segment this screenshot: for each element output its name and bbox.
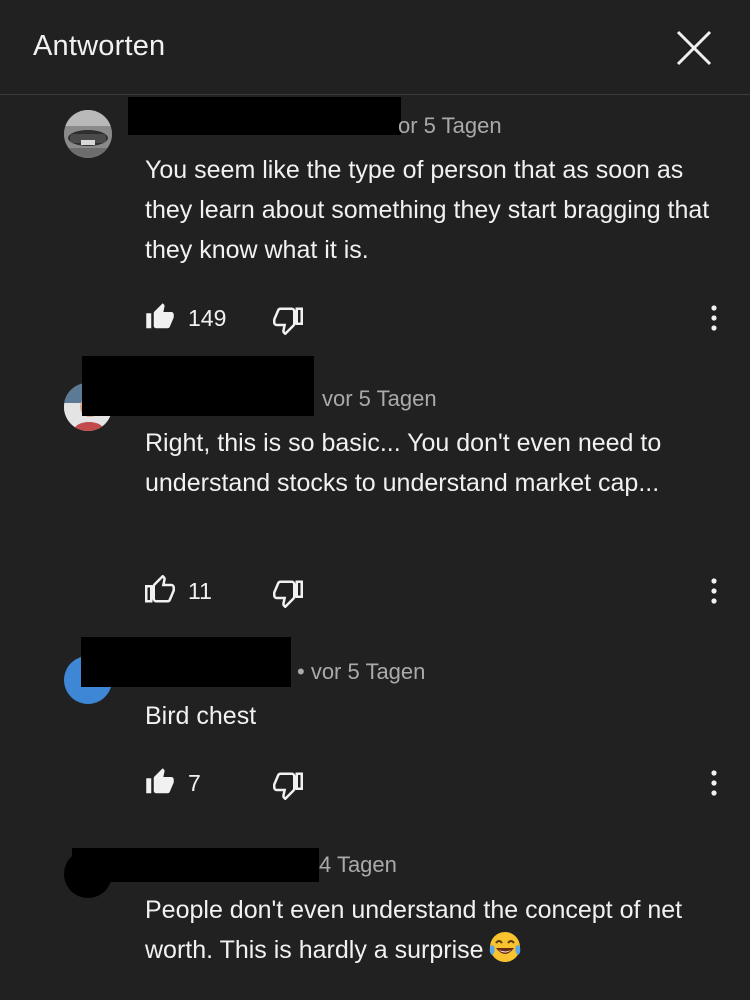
dislike-button[interactable] — [272, 305, 304, 340]
thumbs-up-filled-icon — [146, 303, 174, 329]
more-vertical-icon — [711, 305, 717, 331]
like-count: 149 — [188, 305, 227, 331]
comment-time: or 5 Tagen — [398, 113, 502, 138]
face-with-tears-of-joy-icon — [488, 930, 522, 976]
dislike-button[interactable] — [272, 578, 304, 613]
redacted-username — [128, 97, 401, 135]
close-icon — [676, 30, 712, 66]
close-button[interactable] — [670, 24, 718, 72]
more-options-button[interactable] — [700, 573, 728, 609]
more-vertical-icon — [711, 770, 717, 796]
comment-time: vor 5 Tagen — [322, 386, 437, 411]
avatar-car-photo — [64, 110, 112, 158]
comment-text: Bird chest — [145, 702, 257, 730]
redacted-username — [82, 356, 314, 416]
redacted-username — [72, 848, 319, 882]
like-button[interactable] — [144, 574, 176, 610]
thumbs-down-outline-icon — [273, 580, 303, 609]
like-button[interactable] — [144, 767, 176, 802]
more-vertical-icon — [711, 578, 717, 604]
comment-text-content: People don't even understand the concept… — [145, 896, 683, 964]
like-count: 7 — [188, 770, 201, 796]
thumbs-up-filled-icon — [146, 768, 174, 794]
more-options-button[interactable] — [700, 765, 728, 801]
comment-time: 4 Tagen — [319, 852, 397, 877]
avatar[interactable] — [64, 110, 112, 158]
comment-text: You seem like the type of person that as… — [145, 156, 710, 264]
dislike-button[interactable] — [272, 770, 304, 805]
thumbs-up-outline-icon — [145, 574, 175, 603]
panel-title: Antworten — [33, 30, 166, 62]
redacted-username — [81, 637, 291, 687]
thumbs-down-outline-icon — [273, 772, 303, 801]
thumbs-down-outline-icon — [273, 307, 303, 336]
comment-time: • vor 5 Tagen — [297, 659, 426, 684]
like-count: 11 — [188, 578, 212, 604]
like-button[interactable] — [144, 302, 176, 337]
more-options-button[interactable] — [700, 300, 728, 336]
comment-text: Right, this is so basic... You don't eve… — [145, 429, 662, 497]
comment-text: People don't even understand the concept… — [145, 890, 720, 976]
panel-header: Antworten — [0, 0, 750, 95]
